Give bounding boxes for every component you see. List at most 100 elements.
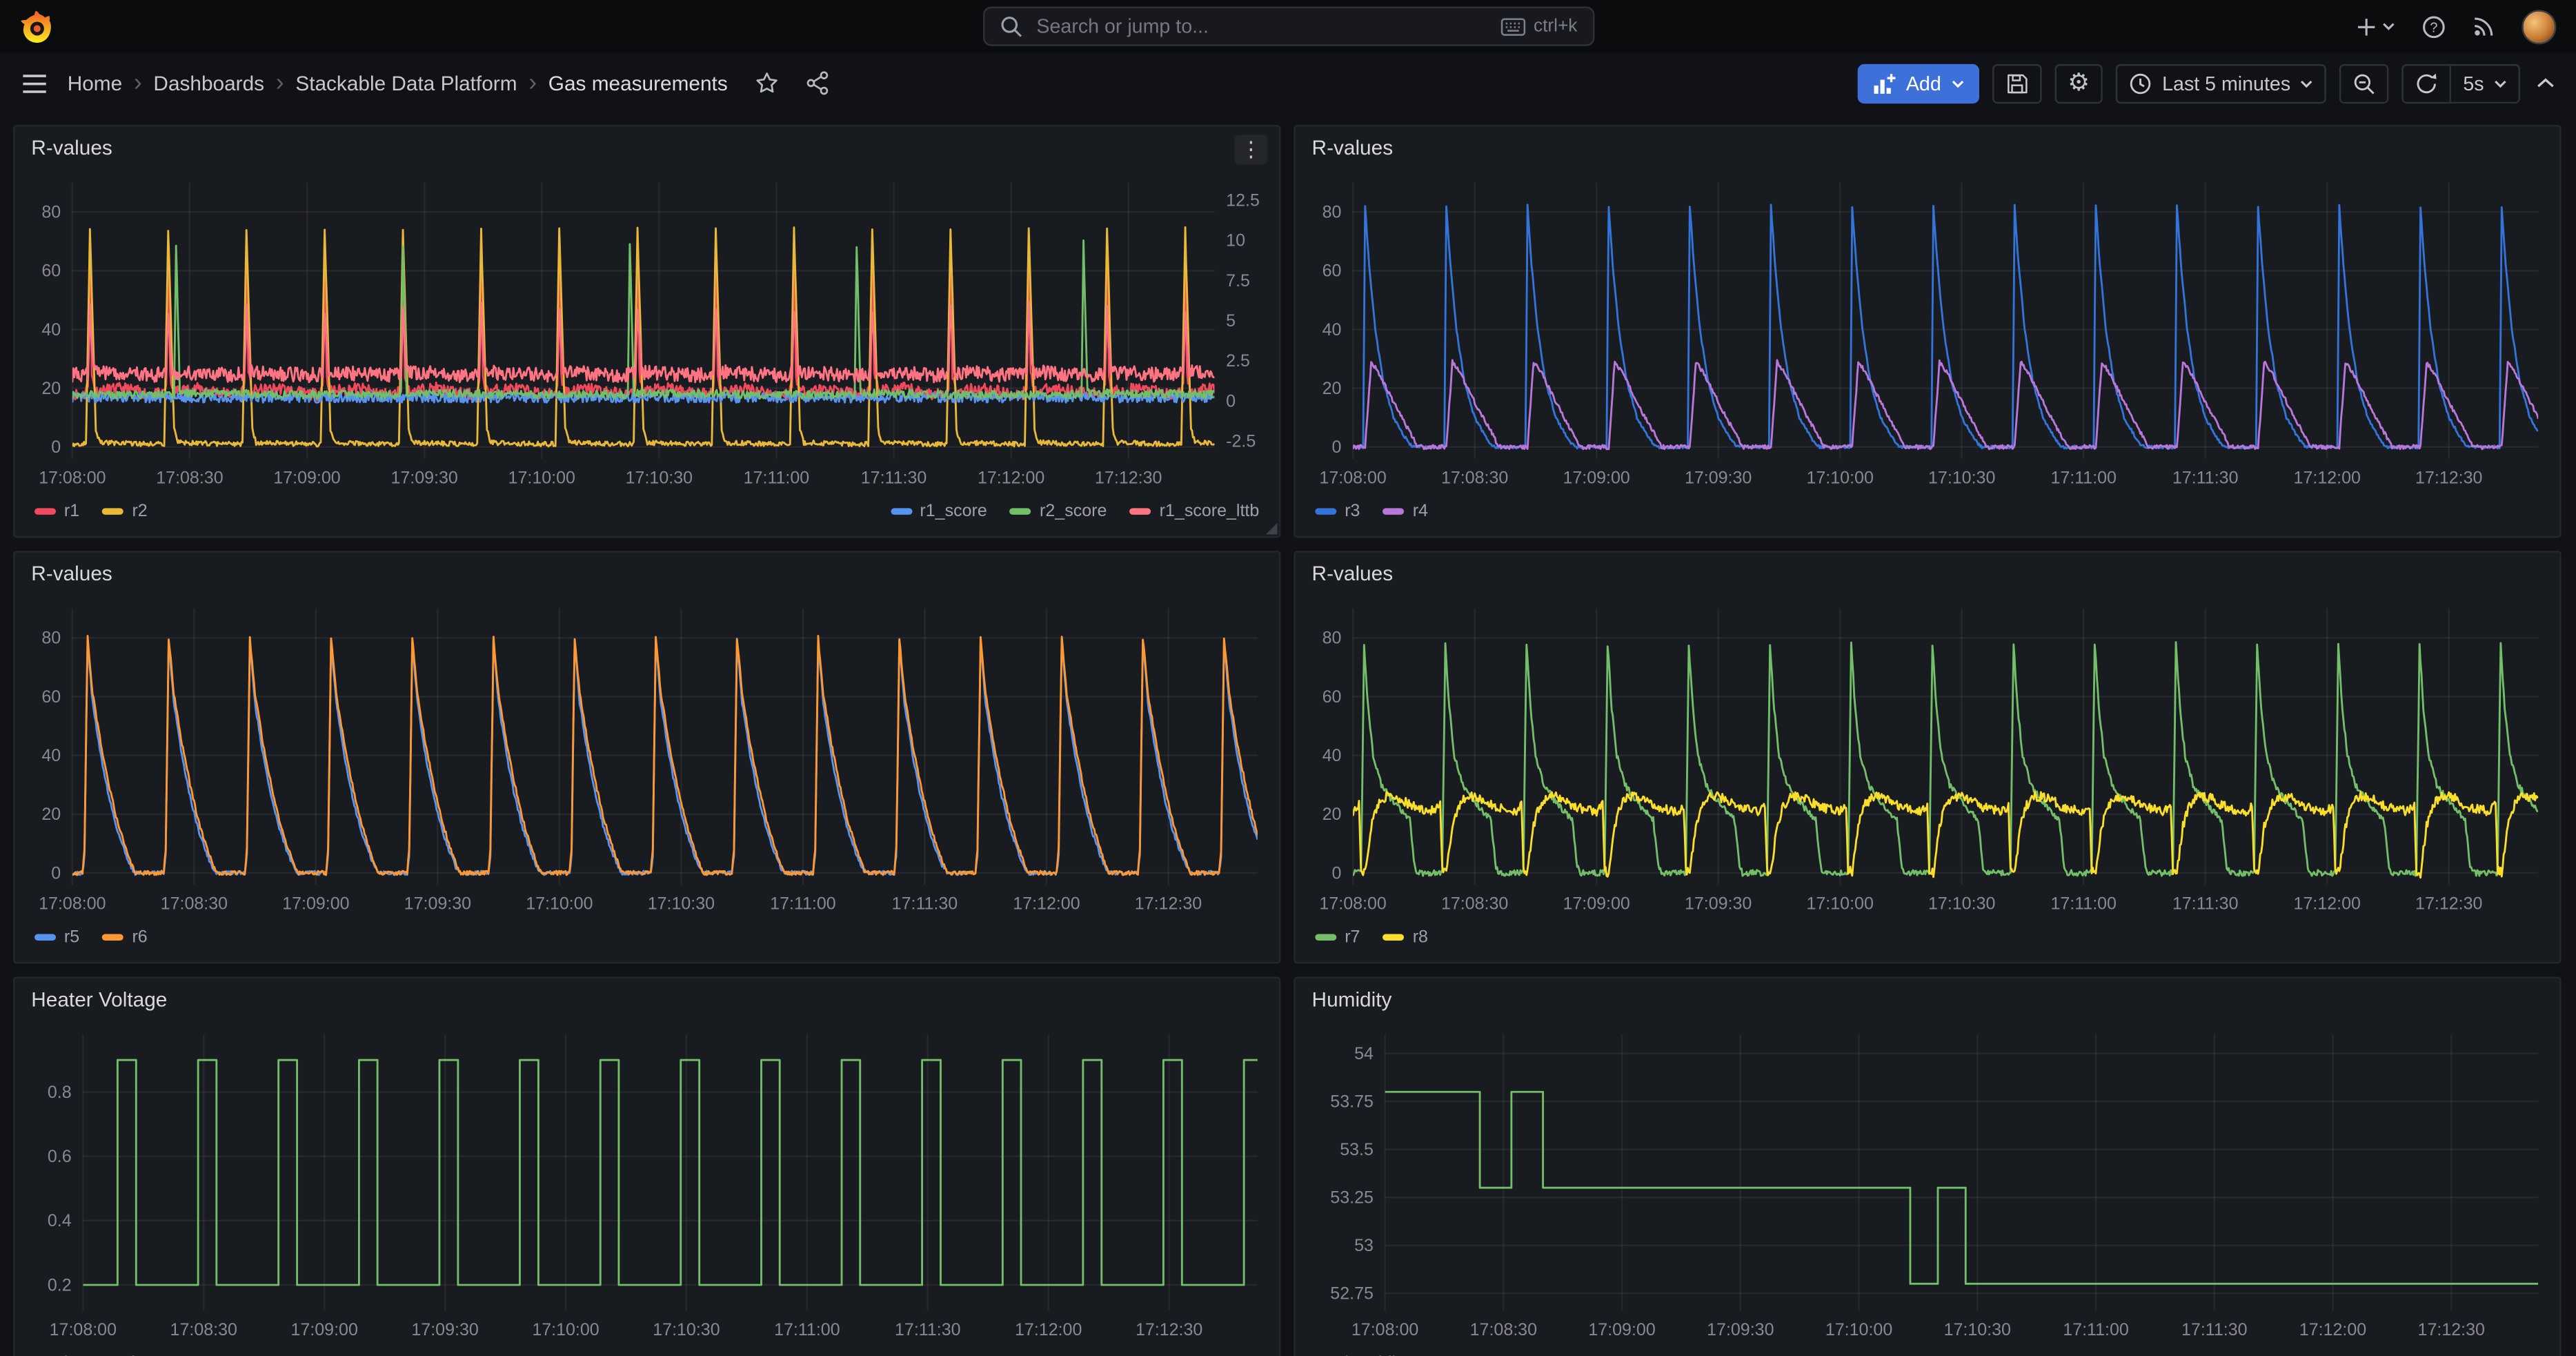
- legend-group-left: r5 r6: [34, 927, 148, 947]
- collapse-toolbar-button[interactable]: [2533, 77, 2558, 89]
- panel-title: R-values: [31, 137, 112, 159]
- x-tick-label: 17:12:00: [2299, 1320, 2366, 1339]
- time-series-chart[interactable]: 17:08:0017:08:3017:09:0017:09:3017:10:00…: [1302, 169, 2553, 491]
- x-tick-label: 17:12:00: [978, 469, 1044, 488]
- legend-swatch: [1315, 509, 1336, 514]
- x-tick-label: 17:08:30: [156, 469, 223, 488]
- search-box[interactable]: ctrl+k: [982, 7, 1594, 46]
- time-range-picker[interactable]: Last 5 minutes: [2116, 63, 2326, 103]
- time-series-chart[interactable]: 17:08:0017:08:3017:09:0017:09:3017:10:00…: [21, 169, 1272, 491]
- legend-item-r1[interactable]: r1: [34, 502, 79, 522]
- breadcrumb-folder[interactable]: Stackable Data Platform: [295, 72, 517, 95]
- dashboard-quick-actions: [751, 70, 833, 95]
- series-r2: [72, 227, 1215, 446]
- share-button[interactable]: [802, 70, 833, 95]
- legend-item-r4[interactable]: r4: [1383, 502, 1428, 522]
- x-tick-label: 17:09:30: [411, 1320, 478, 1339]
- x-tick-label: 17:11:30: [2172, 469, 2239, 488]
- user-avatar[interactable]: [2521, 9, 2556, 43]
- legend-item-r1_score_lttb[interactable]: r1_score_lttb: [1130, 502, 1260, 522]
- breadcrumb-home[interactable]: Home: [68, 72, 122, 95]
- y-tick-label: 40: [1322, 320, 1342, 340]
- search-input[interactable]: [1033, 13, 1489, 39]
- refresh-interval-picker[interactable]: 5s: [2452, 63, 2520, 103]
- x-tick-label: 17:12:00: [1015, 1320, 1082, 1339]
- panel-header[interactable]: R-values: [1296, 126, 2559, 169]
- panel-header[interactable]: Heater Voltage: [14, 979, 1278, 1021]
- help-button[interactable]: ?: [2421, 14, 2446, 39]
- panel-header[interactable]: R-values: [14, 553, 1278, 596]
- y-tick-label: 80: [41, 202, 61, 222]
- panel-menu-icon[interactable]: ⋮: [1235, 135, 1268, 164]
- y-tick-label: 40: [41, 320, 61, 340]
- new-menu-button[interactable]: [2356, 16, 2395, 37]
- legend-swatch: [891, 509, 912, 514]
- time-series-chart[interactable]: 17:08:0017:08:3017:09:0017:09:3017:10:00…: [1302, 1021, 2553, 1344]
- y-right-tick-label: -2.5: [1226, 432, 1256, 451]
- zoom-out-button[interactable]: [2340, 63, 2389, 103]
- x-tick-label: 17:08:30: [1441, 894, 1508, 914]
- y-tick-label: 53.5: [1340, 1140, 1374, 1159]
- favorite-star-button[interactable]: [751, 70, 782, 95]
- panel-title: R-values: [1312, 562, 1394, 585]
- legend-item-r2_score[interactable]: r2_score: [1010, 502, 1107, 522]
- x-tick-label: 17:08:30: [1470, 1320, 1537, 1339]
- x-tick-label: 17:11:30: [2172, 894, 2239, 914]
- legend-swatch: [103, 934, 124, 940]
- time-range-label: Last 5 minutes: [2162, 72, 2290, 95]
- x-tick-label: 17:08:00: [1351, 1320, 1418, 1339]
- time-series-chart[interactable]: 17:08:0017:08:3017:09:0017:09:3017:10:00…: [21, 596, 1272, 918]
- x-tick-label: 17:10:30: [626, 469, 693, 488]
- refresh-button[interactable]: [2402, 63, 2451, 103]
- news-button[interactable]: [2473, 14, 2495, 37]
- legend-item-humidity[interactable]: humidity: [1315, 1353, 1409, 1356]
- keyboard-shortcut-hint: ctrl+k: [1500, 17, 1577, 37]
- refresh-interval-label: 5s: [2463, 72, 2484, 95]
- chart-legend: r1 r2 r1_score r2_score r1_score_lttb: [34, 497, 1259, 527]
- legend-label: r1_score_lttb: [1160, 502, 1260, 522]
- legend-item-r1_score[interactable]: r1_score: [891, 502, 987, 522]
- time-series-chart[interactable]: 17:08:0017:08:3017:09:0017:09:3017:10:00…: [21, 1021, 1272, 1344]
- legend-item-r2[interactable]: r2: [103, 502, 148, 522]
- star-icon: [754, 70, 779, 95]
- legend-item-r6[interactable]: r6: [103, 927, 148, 947]
- grafana-logo[interactable]: [20, 10, 53, 43]
- y-tick-label: 0: [51, 438, 61, 457]
- y-tick-label: 0.4: [48, 1211, 72, 1230]
- panel-header[interactable]: Humidity: [1296, 979, 2559, 1021]
- legend-item-r5[interactable]: r5: [34, 927, 79, 947]
- time-series-chart[interactable]: 17:08:0017:08:3017:09:0017:09:3017:10:00…: [1302, 596, 2553, 918]
- x-tick-label: 17:10:00: [1825, 1320, 1892, 1339]
- legend-item-heatervoltage[interactable]: heatervoltage: [34, 1353, 169, 1356]
- panel-resize-handle[interactable]: [1266, 523, 1278, 535]
- legend-group-left: r1 r2: [34, 502, 148, 522]
- add-button-label: Add: [1906, 72, 1941, 95]
- legend-item-r7[interactable]: r7: [1315, 927, 1360, 947]
- legend-label: r6: [132, 927, 147, 947]
- dashboard-settings-button[interactable]: ⚙: [2054, 63, 2103, 103]
- legend-label: heatervoltage: [64, 1353, 169, 1356]
- x-tick-label: 17:09:00: [282, 894, 349, 914]
- legend-item-r3[interactable]: r3: [1315, 502, 1360, 522]
- breadcrumb-dashboards[interactable]: Dashboards: [153, 72, 264, 95]
- save-dashboard-button[interactable]: [1992, 63, 2041, 103]
- chevron-down-icon: [1951, 78, 1964, 88]
- panel-r-values-1: R-values⋮17:08:0017:08:3017:09:0017:09:3…: [13, 125, 1280, 538]
- x-tick-label: 17:08:00: [1319, 894, 1386, 914]
- search-icon: [999, 14, 1022, 37]
- panel-header[interactable]: R-values: [1296, 553, 2559, 596]
- chart-legend: humidity: [1315, 1348, 2539, 1356]
- chart-legend: r3 r4: [1315, 497, 2539, 527]
- panel-r-values-2: R-values17:08:0017:08:3017:09:0017:09:30…: [1294, 125, 2561, 538]
- add-panel-button[interactable]: Add: [1859, 63, 1979, 103]
- panel-title: R-values: [31, 562, 112, 585]
- panel-header[interactable]: R-values: [14, 126, 1278, 169]
- y-right-tick-label: 10: [1226, 231, 1245, 250]
- legend-swatch: [1383, 509, 1405, 514]
- chart-area: 17:08:0017:08:3017:09:0017:09:3017:10:00…: [1302, 596, 2553, 918]
- legend-item-r8[interactable]: r8: [1383, 927, 1428, 947]
- x-tick-label: 17:09:00: [1563, 894, 1629, 914]
- x-tick-label: 17:08:30: [161, 894, 228, 914]
- mega-menu-toggle[interactable]: [18, 73, 51, 93]
- legend-group-right: r1_score r2_score r1_score_lttb: [891, 502, 1260, 522]
